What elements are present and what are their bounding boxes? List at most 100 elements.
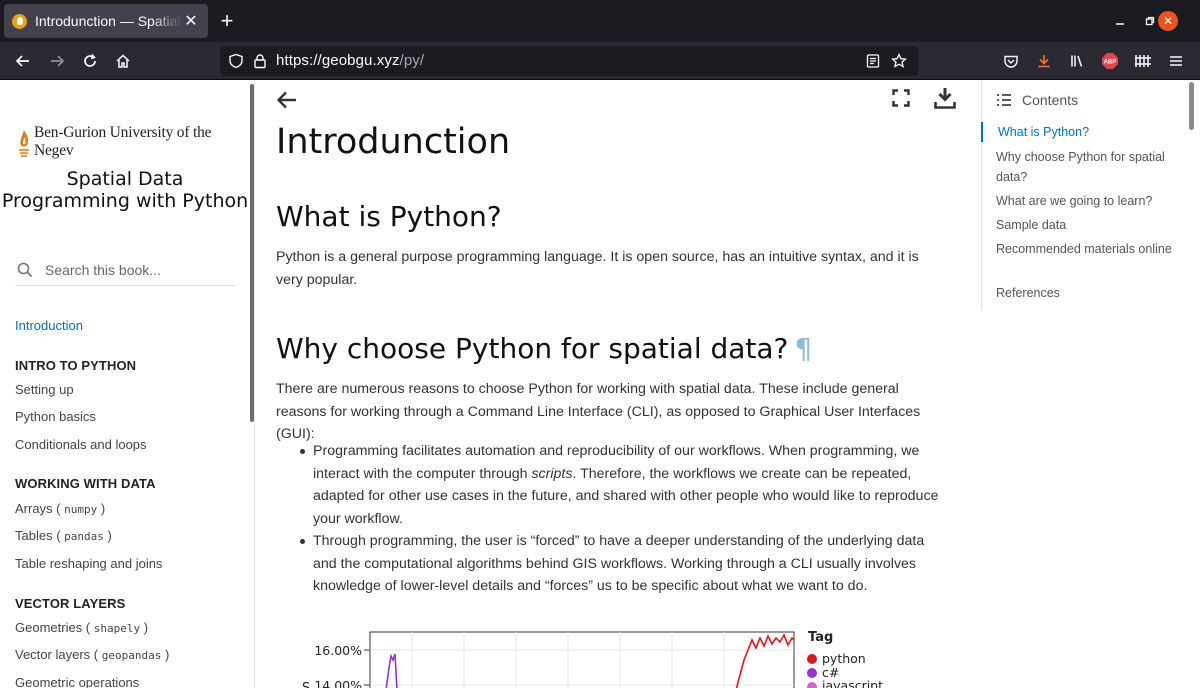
browser-toolbar: https://geobgu.xyz/py/ ABP (0, 42, 1200, 80)
page-title: Introdunction (276, 122, 511, 162)
pocket-icon (1004, 55, 1018, 68)
download-icon[interactable] (934, 87, 956, 109)
y-tick-label: 16.00% (314, 643, 362, 658)
sidebar-item-python-basics[interactable]: Python basics (15, 409, 96, 424)
download-icon (1038, 55, 1050, 68)
reload-button[interactable] (79, 50, 101, 72)
nav-code: shapely (93, 622, 141, 635)
sidebar-item-geometries[interactable]: Geometries ( shapely ) (15, 620, 148, 635)
new-tab-button[interactable]: + (216, 10, 238, 32)
sidebar-item-introduction[interactable]: Introduction (15, 318, 83, 333)
sidebar-item-geometric-operations[interactable]: Geometric operations (15, 675, 139, 688)
y-axis-label-fragment: S (302, 681, 310, 688)
bookmark-star-icon (891, 53, 907, 68)
browser-tab-strip: Introdunction — Spatial Data Programming… (0, 0, 1200, 42)
paragraph-what-is-python: Python is a general purpose programming … (276, 249, 919, 288)
toc-heading-label: Contents (1022, 92, 1079, 108)
reload-icon (84, 54, 96, 67)
book-title[interactable]: Spatial Data Programming with Python (0, 168, 250, 212)
home-icon (116, 54, 130, 68)
nav-label-close: ) (143, 620, 149, 635)
menu-button[interactable] (1165, 50, 1187, 72)
university-logo[interactable]: Ben-Gurion University of the Negev (16, 124, 254, 160)
sidebar-item-table-reshaping[interactable]: Table reshaping and joins (15, 556, 162, 571)
library-button[interactable] (1066, 50, 1088, 72)
toc-item-references[interactable]: References (996, 283, 1176, 303)
nav-label: Vector layers ( (15, 647, 99, 662)
nav-caption-vector-layers: VECTOR LAYERS (15, 596, 126, 611)
toc-item-recommended[interactable]: Recommended materials online (996, 239, 1176, 259)
adblock-icon: ABP (1102, 53, 1118, 69)
bullet-icon (300, 449, 305, 454)
search-icon (17, 262, 33, 277)
arrow-right-icon (51, 55, 65, 67)
page-content: Ben-Gurion University of the Negev Spati… (0, 80, 1200, 688)
toc-item-what-learn[interactable]: What are we going to learn? (996, 191, 1176, 211)
tab-close-icon[interactable]: ✕ (182, 12, 200, 30)
search-input[interactable] (45, 261, 225, 278)
nav-label: Geometries ( (15, 620, 91, 635)
downloads-button[interactable] (1033, 50, 1055, 72)
list-icon (997, 94, 1011, 106)
toc-item-what-is-python[interactable]: What is Python? (998, 122, 1178, 142)
article: Introdunction What is Python? Python is … (256, 80, 981, 688)
toc-item-why-python[interactable]: Why choose Python for spatial data? (996, 147, 1176, 187)
tab-title: Introdunction — Spatial Data Programming… (35, 13, 182, 29)
list-item: Programming facilitates automation and r… (276, 440, 946, 530)
sidebar-item-conditionals-loops[interactable]: Conditionals and loops (15, 437, 147, 452)
reader-view-icon (866, 54, 880, 68)
nav-code: pandas (64, 530, 104, 543)
toc-heading: Contents (996, 92, 1078, 108)
permalink-icon[interactable]: ¶ (794, 332, 812, 365)
extension-icon (1135, 55, 1151, 67)
toc-active-indicator (981, 122, 983, 142)
nav-caption-working-with-data: WORKING WITH DATA (15, 476, 156, 491)
home-button[interactable] (112, 50, 134, 72)
page-scrollbar[interactable] (1189, 82, 1194, 130)
nav-caption-intro-to-python: INTRO TO PYTHON (15, 358, 137, 373)
bullet-icon (300, 539, 305, 544)
favicon-icon (12, 13, 27, 29)
heading-what-is-python: What is Python? (276, 200, 502, 233)
search-box[interactable] (15, 254, 235, 286)
flame-logo-icon (19, 130, 29, 157)
minimize-button[interactable] (1110, 11, 1130, 31)
sidebar-item-setting-up[interactable]: Setting up (15, 382, 74, 397)
legend-swatch-python (807, 654, 817, 664)
maximize-button[interactable] (1140, 11, 1160, 31)
legend-title: Tag (808, 630, 833, 645)
address-bar[interactable]: https://geobgu.xyz/py/ (220, 46, 918, 76)
paragraph-why-python: There are numerous reasons to choose Pyt… (276, 381, 921, 442)
forward-button[interactable] (46, 50, 68, 72)
nav-code: geopandas (101, 649, 162, 662)
logo-text: Ben-Gurion University of the Negev (33, 124, 212, 159)
heading-text: Why choose Python for spatial data? (276, 332, 789, 365)
extension-button[interactable] (1132, 50, 1154, 72)
sidebar-item-vector-layers[interactable]: Vector layers ( geopandas ) (15, 647, 169, 662)
sidebar-item-arrays[interactable]: Arrays ( numpy ) (15, 501, 105, 516)
nav-label-close: ) (100, 501, 106, 516)
url-path: /py/ (399, 52, 425, 69)
minimize-icon (1116, 23, 1124, 25)
back-button[interactable] (12, 50, 34, 72)
nav-label-close: ) (164, 647, 170, 662)
page-toc: Contents What is Python? Why choose Pyth… (981, 80, 1186, 310)
y-tick-label: 14.00% (314, 678, 362, 688)
fullscreen-icon[interactable] (892, 89, 910, 107)
nav-label: Tables ( (15, 528, 61, 543)
heading-why-python: Why choose Python for spatial data? ¶ (276, 332, 812, 365)
adblock-button[interactable]: ABP (1099, 50, 1121, 72)
pocket-button[interactable] (1000, 50, 1022, 72)
list-item-text: Through programming, the user is “forced… (313, 533, 925, 594)
list-item: Through programming, the user is “forced… (276, 530, 946, 598)
library-icon (1071, 55, 1083, 67)
back-arrow-icon[interactable] (276, 90, 298, 110)
legend-label: javascript (821, 678, 883, 688)
window-close-button[interactable]: ✕ (1158, 11, 1178, 31)
left-sidebar: Ben-Gurion University of the Negev Spati… (0, 80, 255, 688)
url-text[interactable]: https://geobgu.xyz/py/ (276, 52, 424, 69)
lock-icon (254, 54, 266, 69)
sidebar-item-tables[interactable]: Tables ( pandas ) (15, 528, 112, 543)
toc-item-sample-data[interactable]: Sample data (996, 215, 1176, 235)
browser-tab[interactable]: Introdunction — Spatial Data Programming… (4, 4, 208, 38)
